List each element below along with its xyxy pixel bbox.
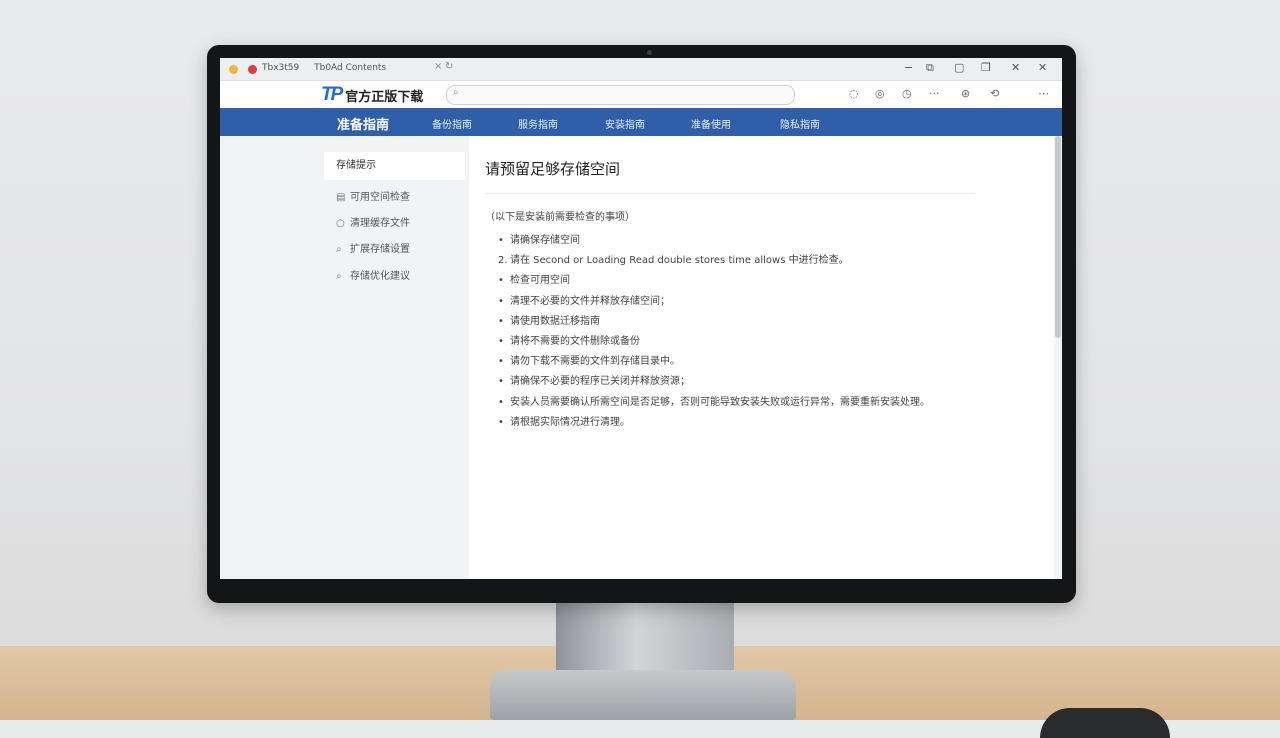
list-bullet: • xyxy=(498,356,504,368)
camera-icon xyxy=(647,50,652,55)
refresh-icon[interactable]: ↻ xyxy=(445,61,453,72)
close-dot[interactable] xyxy=(248,65,257,74)
close-x-icon[interactable]: ✕ xyxy=(1038,61,1047,74)
list-item: • 请勿下载不需要的文件到存储目录中。 xyxy=(485,352,975,372)
calendar-icon: ▤ xyxy=(336,192,346,203)
main-nav: 准备指南 备份指南 服务指南 安装指南 准备使用 隐私指南 xyxy=(220,108,1062,136)
monitor-stand-neck xyxy=(556,600,734,678)
tab-bar: Tbx3t59 Tb0Ad Contents × ↻ − ⧉ ▢ ❐ ✕ ✕ xyxy=(220,58,1062,81)
list-bullet: • xyxy=(498,315,504,327)
list-bullet: • xyxy=(498,335,504,347)
list-item: • 请根据实际情况进行清理。 xyxy=(485,413,975,433)
minimize-icon[interactable]: − xyxy=(904,61,913,74)
sidebar-item[interactable]: ⌕ 扩展存储设置 xyxy=(336,240,410,255)
sidebar-item-label: 存储优化建议 xyxy=(350,271,410,282)
account-icon[interactable]: ⊛ xyxy=(961,87,970,100)
close-window-icon[interactable]: ✕ xyxy=(1011,61,1020,74)
list-item: • 检查可用空间 xyxy=(485,271,975,291)
nav-item-usage[interactable]: 准备使用 xyxy=(691,116,731,131)
page-title: 请预留足够存储空间 xyxy=(485,160,621,178)
list-item-text: 检查可用空间 xyxy=(510,275,570,287)
list-bullet: • xyxy=(498,376,504,388)
sidebar-item[interactable]: ▤ 可用空间检查 xyxy=(336,188,410,203)
scrollbar-thumb[interactable] xyxy=(1055,136,1061,338)
more-icon[interactable]: ··· xyxy=(929,87,940,100)
bell-icon[interactable]: ◌ xyxy=(849,87,859,100)
list-bullet: • xyxy=(498,416,504,428)
clock-icon[interactable]: ◷ xyxy=(902,87,912,100)
divider xyxy=(485,193,975,194)
sidebar-item[interactable]: ⌕ 存储优化建议 xyxy=(336,267,410,282)
tab-title[interactable]: Tbx3t59 Tb0Ad Contents xyxy=(262,63,398,73)
list-item: • 清理不必要的文件并释放存储空间； xyxy=(485,292,975,312)
list-item: • 请确保不必要的程序已关闭并释放资源； xyxy=(485,372,975,392)
nav-item-backup[interactable]: 备份指南 xyxy=(432,116,472,131)
restore-icon[interactable]: ❐ xyxy=(981,61,991,74)
logo-mark: TP xyxy=(321,84,343,105)
monitor-stand-base xyxy=(490,670,796,720)
list-item-text: 请确保存储空间 xyxy=(510,235,580,246)
sidebar-item-label: 可用空间检查 xyxy=(350,192,410,203)
list-item-text: 请根据实际情况进行清理。 xyxy=(510,416,630,428)
nav-item-guide[interactable]: 准备指南 xyxy=(337,114,389,133)
search-icon: ⌕ xyxy=(336,244,342,255)
site-logo[interactable]: TP 官方正版下载 xyxy=(321,84,423,106)
list-item-text: 请在 Second or Loading Read double stores … xyxy=(510,255,849,267)
mouse xyxy=(1040,708,1170,738)
logo-text: 官方正版下载 xyxy=(345,89,424,105)
list-item: • 请确保存储空间 xyxy=(485,231,975,251)
scrollbar[interactable] xyxy=(1054,136,1062,579)
list-bullet: • xyxy=(498,396,504,408)
sidebar-item-label: 扩展存储设置 xyxy=(350,244,410,255)
minimize-dot[interactable] xyxy=(229,65,238,74)
list-item-text: 请使用数据迁移指南 xyxy=(510,315,600,327)
header-bar: TP 官方正版下载 ⌕ ◌ ◎ ◷ ··· ⊛ ⟲ ⋯ xyxy=(220,81,1062,108)
list-item-text: 请勿下载不需要的文件到存储目录中。 xyxy=(510,356,680,368)
tab-title-part: Tbx3t59 xyxy=(262,63,300,73)
search-box[interactable]: ⌕ xyxy=(446,85,795,105)
browser-window: Tbx3t59 Tb0Ad Contents × ↻ − ⧉ ▢ ❐ ✕ ✕ T… xyxy=(220,58,1062,579)
list-item: 2. 请在 Second or Loading Read double store… xyxy=(485,251,975,271)
search-input[interactable] xyxy=(467,87,791,103)
list-item: • 请使用数据迁移指南 xyxy=(485,312,975,332)
close-icon[interactable]: × xyxy=(434,61,442,72)
tab-title-part: Tb0Ad Contents xyxy=(314,63,387,73)
nav-item-privacy[interactable]: 隐私指南 xyxy=(780,116,820,131)
nav-item-install[interactable]: 安装指南 xyxy=(605,116,645,131)
notification-icon[interactable]: ◎ xyxy=(875,87,885,100)
intro-text: （以下是安装前需要检查的事项） xyxy=(485,212,635,223)
list-item: • 请将不需要的文件删除或备份 xyxy=(485,332,975,352)
menu-icon[interactable]: ⋯ xyxy=(1038,87,1049,100)
sidebar-item-label: 清理缓存文件 xyxy=(350,218,410,229)
sidebar-heading[interactable]: 存储提示 xyxy=(324,152,465,180)
sync-icon[interactable]: ⟲ xyxy=(990,87,999,100)
list-item-text: 请将不需要的文件删除或备份 xyxy=(510,335,640,347)
search-icon: ⌕ xyxy=(453,87,459,98)
circle-icon: ○ xyxy=(336,218,345,229)
list-item-text: 清理不必要的文件并释放存储空间； xyxy=(510,295,670,307)
list-item-text: 安装人员需要确认所需空间是否足够，否则可能导致安装失败或运行异常，需要重新安装处… xyxy=(510,396,930,408)
list-bullet: 2. xyxy=(498,255,508,267)
list-bullet: • xyxy=(498,295,504,307)
sidebar-item[interactable]: ○ 清理缓存文件 xyxy=(336,214,410,229)
list-bullet: • xyxy=(498,275,504,287)
list-item: • 安装人员需要确认所需空间是否足够，否则可能导致安装失败或运行异常，需要重新安装… xyxy=(485,393,975,413)
maximize-icon[interactable]: ▢ xyxy=(954,61,964,74)
main-content: 请预留足够存储空间 （以下是安装前需要检查的事项） • 请确保存储空间 2. 请在 … xyxy=(485,158,975,433)
search-icon: ⌕ xyxy=(336,271,342,282)
sidebar: 存储提示 ▤ 可用空间检查 ○ 清理缓存文件 ⌕ 扩展存储设置 ⌕ 存储优化建议 xyxy=(220,136,469,579)
window-tile-icon[interactable]: ⧉ xyxy=(926,61,934,75)
list-item-text: 请确保不必要的程序已关闭并释放资源； xyxy=(510,376,690,388)
list-bullet: • xyxy=(498,235,504,246)
nav-item-service[interactable]: 服务指南 xyxy=(518,116,558,131)
